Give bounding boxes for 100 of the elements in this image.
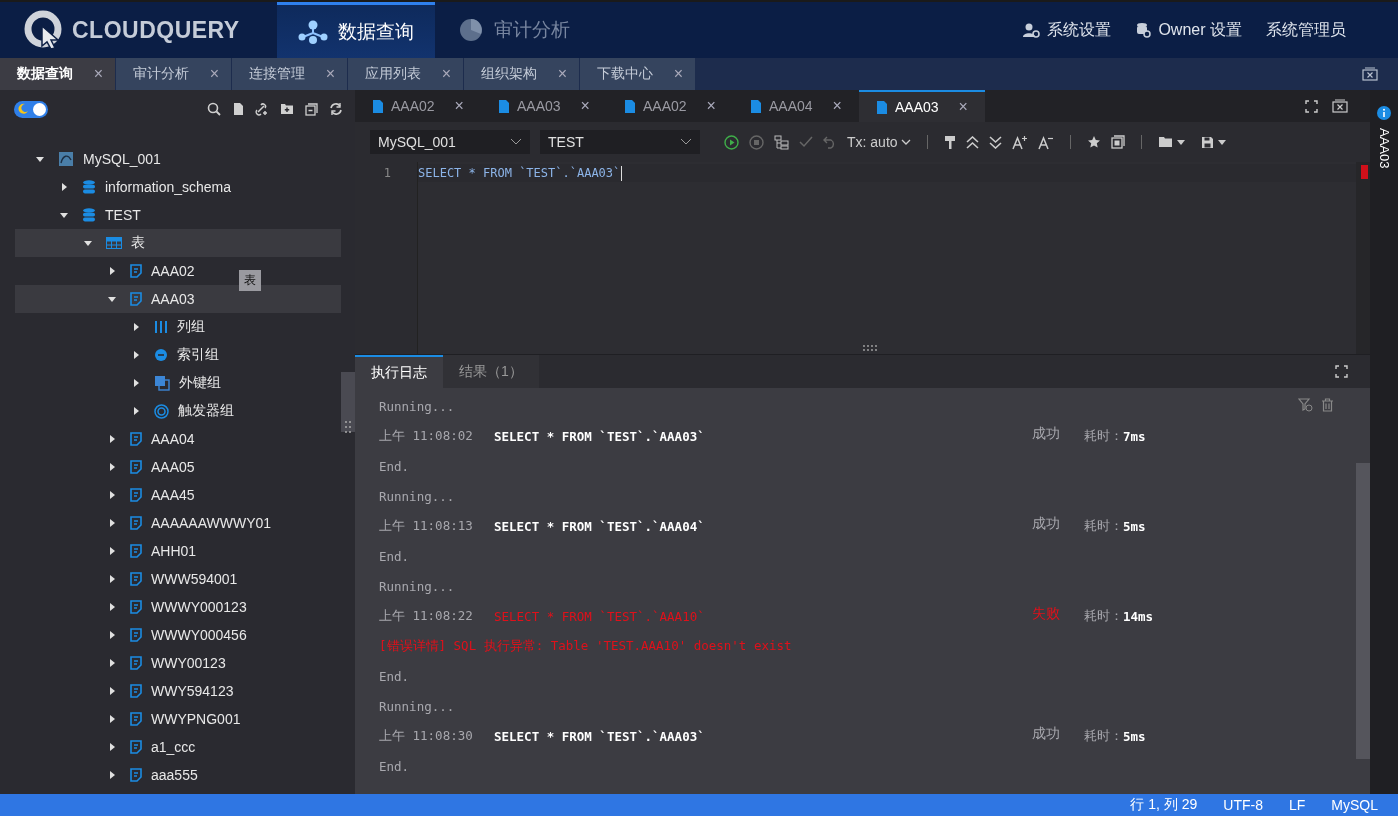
caret-icon[interactable] [107, 602, 117, 612]
caret-icon[interactable] [131, 322, 141, 332]
tree-item[interactable]: AAAAAAWWWY01 [107, 515, 272, 531]
tree-item[interactable]: WWWY000123 [107, 599, 247, 615]
caret-icon[interactable] [107, 462, 117, 472]
fullscreen-icon[interactable] [1335, 365, 1348, 378]
editor-tab[interactable]: AAA04 × [733, 90, 859, 122]
tree-item[interactable]: AAA45 [107, 487, 195, 503]
caret-icon[interactable] [107, 630, 117, 640]
editor-tab[interactable]: AAA03 × [859, 90, 985, 122]
close-all-icon[interactable] [1362, 67, 1378, 81]
tree-item[interactable]: WWW594001 [107, 571, 238, 587]
theme-toggle[interactable] [14, 100, 48, 118]
close-icon[interactable]: × [958, 98, 968, 116]
caret-icon[interactable] [59, 210, 69, 220]
caret-icon[interactable] [107, 658, 117, 668]
resize-handle-icon[interactable] [862, 345, 877, 351]
stop-icon[interactable] [749, 134, 764, 150]
tree-item[interactable]: 外键组 [131, 374, 221, 392]
folder-dropdown[interactable] [1157, 136, 1185, 148]
transaction-mode-dropdown[interactable]: Tx: auto [847, 134, 911, 150]
collapse-icon[interactable] [305, 102, 318, 116]
tree-item[interactable]: information_schema [59, 179, 232, 195]
tree-item[interactable]: AAA02 [107, 263, 195, 279]
folder-plus-icon[interactable] [280, 103, 294, 115]
tree-item[interactable]: AHH01 [107, 543, 197, 559]
caret-icon[interactable] [107, 574, 117, 584]
connection-select[interactable]: MySQL_001 [370, 130, 530, 154]
caret-icon[interactable] [83, 238, 93, 248]
caret-icon[interactable] [107, 294, 117, 304]
caret-icon[interactable] [107, 770, 117, 780]
close-icon[interactable]: × [209, 65, 219, 83]
double-chevron-up-icon[interactable] [965, 135, 979, 149]
close-icon[interactable]: × [325, 65, 335, 83]
tree-item[interactable]: aaa555 [107, 767, 198, 783]
caret-icon[interactable] [107, 686, 117, 696]
caret-icon[interactable] [107, 742, 117, 752]
paint-roller-icon[interactable] [943, 134, 956, 150]
refresh-icon[interactable] [329, 102, 343, 116]
result-tab[interactable]: 执行日志 [355, 355, 443, 388]
nav-tab[interactable]: 审计分析 [435, 2, 593, 58]
editor-tab[interactable]: AAA03 × [481, 90, 607, 122]
fullscreen-icon[interactable] [1305, 99, 1318, 113]
tree-item[interactable]: a1_ccc [107, 739, 196, 755]
caret-icon[interactable] [59, 182, 69, 192]
caret-icon[interactable] [35, 154, 45, 164]
page-tab[interactable]: 下载中心 × [580, 58, 696, 90]
code-editor[interactable]: 1 SELECT * FROM `TEST`.`AAA03` [355, 162, 1370, 355]
header-link[interactable]: 系统管理员 [1266, 19, 1346, 41]
header-link[interactable]: Owner 设置 [1135, 19, 1242, 41]
drag-handle-icon[interactable] [344, 420, 352, 434]
close-icon[interactable]: × [557, 65, 567, 83]
caret-icon[interactable] [107, 518, 117, 528]
check-icon[interactable] [799, 136, 813, 148]
tree-item[interactable]: WWY594123 [107, 683, 234, 699]
search-icon[interactable] [207, 102, 221, 116]
editor-tab[interactable]: AAA02 × [355, 90, 481, 122]
filter-clear-icon[interactable] [1298, 398, 1313, 412]
tree-item[interactable]: WWY00123 [107, 655, 226, 671]
close-icon[interactable]: × [673, 65, 683, 83]
tree-item[interactable]: WWYPNG001 [107, 711, 241, 727]
page-tab[interactable]: 组织架构 × [464, 58, 580, 90]
scrollbar[interactable] [1356, 463, 1370, 759]
scrollbar-thumb[interactable] [341, 372, 355, 432]
caret-icon[interactable] [107, 490, 117, 500]
close-icon[interactable]: × [441, 65, 451, 83]
font-increase-icon[interactable] [1011, 134, 1028, 150]
font-decrease-icon[interactable] [1037, 134, 1054, 150]
tree-item[interactable]: AAA05 [107, 459, 195, 475]
tree-item[interactable]: 触发器组 [131, 402, 234, 420]
editor-tab[interactable]: AAA02 × [607, 90, 733, 122]
bookmark-list-icon[interactable] [1110, 135, 1125, 149]
page-tab[interactable]: 连接管理 × [232, 58, 348, 90]
result-tab[interactable]: 结果（1） [443, 355, 539, 388]
link-plus-icon[interactable] [255, 102, 269, 116]
run-icon[interactable] [724, 134, 739, 150]
close-icon[interactable]: × [454, 97, 464, 115]
header-link[interactable]: 系统设置 [1022, 19, 1112, 41]
caret-icon[interactable] [131, 350, 141, 360]
tree-item[interactable]: 索引组 [131, 346, 219, 364]
database-select[interactable]: TEST [540, 130, 700, 154]
close-icon[interactable]: × [580, 97, 590, 115]
plan-icon[interactable] [774, 134, 789, 150]
double-chevron-down-icon[interactable] [988, 135, 1002, 149]
tree-item[interactable]: 表 [83, 234, 145, 252]
page-tab[interactable]: 应用列表 × [348, 58, 464, 90]
info-icon[interactable] [1377, 106, 1391, 120]
tree-item[interactable]: WWWY000456 [107, 627, 247, 643]
tree-item[interactable]: MySQL_001 [35, 151, 161, 167]
close-icon[interactable]: × [832, 97, 842, 115]
trash-icon[interactable] [1321, 398, 1334, 412]
close-all-icon[interactable] [1332, 99, 1348, 113]
close-icon[interactable]: × [706, 97, 716, 115]
page-tab[interactable]: 数据查询 × [0, 58, 116, 90]
close-icon[interactable]: × [93, 65, 103, 83]
caret-icon[interactable] [107, 434, 117, 444]
new-file-icon[interactable] [232, 102, 244, 116]
tree-item[interactable]: AAA04 [107, 431, 195, 447]
tree-item[interactable]: TEST [59, 207, 141, 223]
caret-icon[interactable] [107, 714, 117, 724]
